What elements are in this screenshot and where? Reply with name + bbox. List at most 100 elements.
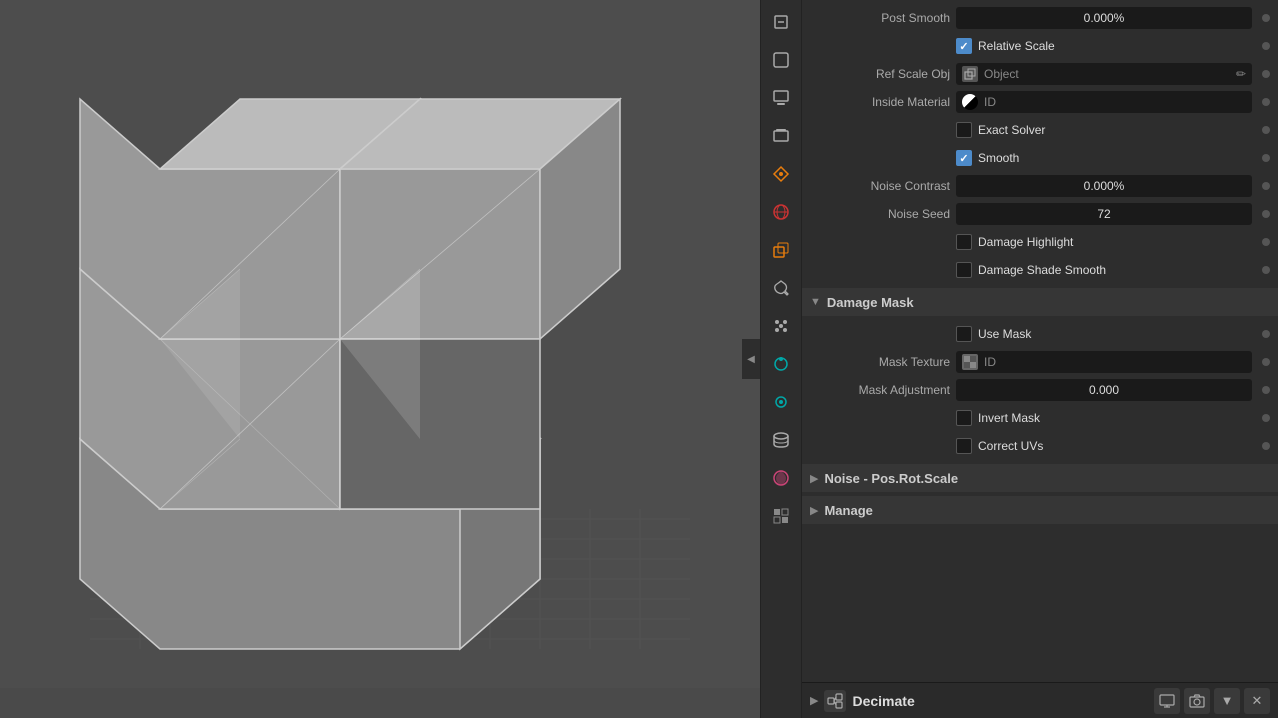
texture-icon	[962, 354, 978, 370]
noise-seed-value[interactable]: 72	[956, 203, 1252, 225]
view-layer-icon[interactable]	[763, 118, 799, 154]
exact-solver-row: Exact Solver	[802, 116, 1278, 144]
relative-scale-row: Relative Scale	[802, 32, 1278, 60]
inside-material-value: ID	[984, 95, 996, 109]
sidebar-icons	[760, 0, 802, 718]
world-icon[interactable]	[763, 194, 799, 230]
bottom-bar: ▶ Decimate ▼ ✕	[802, 682, 1278, 718]
ref-scale-dot	[1262, 70, 1270, 78]
ref-scale-obj-row: Ref Scale Obj Object ✏	[802, 60, 1278, 88]
mesh-canvas	[0, 0, 760, 688]
post-smooth-value[interactable]: 0.000%	[956, 7, 1252, 29]
inside-material-row: Inside Material ID	[802, 88, 1278, 116]
properties-panel: Post Smooth 0.000% Relative Scale Ref Sc…	[802, 0, 1278, 718]
damage-shade-smooth-dot	[1262, 266, 1270, 274]
correct-uvs-dot	[1262, 442, 1270, 450]
noise-section-title: Noise - Pos.Rot.Scale	[824, 471, 958, 486]
bottom-expand-arrow[interactable]: ▶	[810, 694, 818, 707]
manage-section[interactable]: ▶ Manage	[802, 496, 1278, 524]
bottom-node-icon	[824, 690, 846, 712]
exact-solver-label: Exact Solver	[978, 123, 1045, 137]
manage-arrow: ▶	[810, 504, 818, 517]
exact-solver-checkbox[interactable]	[956, 122, 972, 138]
correct-uvs-label: Correct UVs	[978, 439, 1043, 453]
smooth-row: Smooth	[802, 144, 1278, 172]
data-icon[interactable]	[763, 422, 799, 458]
inside-material-field[interactable]: ID	[956, 91, 1252, 113]
ref-scale-placeholder: Object	[984, 67, 1019, 81]
exact-solver-dot	[1262, 126, 1270, 134]
noise-section-arrow: ▶	[810, 472, 818, 485]
object-data-icon[interactable]	[763, 42, 799, 78]
mask-texture-value: ID	[984, 355, 996, 369]
close-btn[interactable]: ✕	[1244, 688, 1270, 714]
mask-texture-row: Mask Texture ID	[802, 348, 1278, 376]
post-smooth-dot	[1262, 14, 1270, 22]
use-mask-dot	[1262, 330, 1270, 338]
constraints-icon[interactable]	[763, 384, 799, 420]
damage-highlight-row: Damage Highlight	[802, 228, 1278, 256]
scene-icon[interactable]	[763, 156, 799, 192]
noise-contrast-dot	[1262, 182, 1270, 190]
damage-mask-title: Damage Mask	[827, 295, 914, 310]
damage-mask-section[interactable]: ▼ Damage Mask	[802, 288, 1278, 316]
noise-pos-rot-scale-section[interactable]: ▶ Noise - Pos.Rot.Scale	[802, 464, 1278, 492]
smooth-dot	[1262, 154, 1270, 162]
relative-scale-checkbox[interactable]	[956, 38, 972, 54]
mask-texture-field[interactable]: ID	[956, 351, 1252, 373]
manage-title: Manage	[824, 503, 872, 518]
output-icon[interactable]	[763, 80, 799, 116]
checker-icon[interactable]	[763, 498, 799, 534]
mask-adjustment-label: Mask Adjustment	[810, 383, 950, 397]
correct-uvs-checkbox[interactable]	[956, 438, 972, 454]
object-icon[interactable]	[763, 232, 799, 268]
invert-mask-dot	[1262, 414, 1270, 422]
camera-icon-btn[interactable]	[1184, 688, 1210, 714]
invert-mask-label: Invert Mask	[978, 411, 1040, 425]
damage-highlight-label: Damage Highlight	[978, 235, 1073, 249]
smooth-label: Smooth	[978, 151, 1019, 165]
use-mask-label: Use Mask	[978, 327, 1031, 341]
mask-adjustment-value[interactable]: 0.000	[956, 379, 1252, 401]
material-icon[interactable]	[763, 460, 799, 496]
noise-seed-dot	[1262, 210, 1270, 218]
inside-material-dot	[1262, 98, 1270, 106]
use-mask-row: Use Mask	[802, 320, 1278, 348]
noise-seed-label: Noise Seed	[810, 207, 950, 221]
edit-icon: ✏	[1236, 67, 1246, 81]
noise-contrast-value[interactable]: 0.000%	[956, 175, 1252, 197]
mask-adjustment-dot	[1262, 386, 1270, 394]
3d-viewport[interactable]: ◀	[0, 0, 760, 718]
damage-shade-smooth-row: Damage Shade Smooth	[802, 256, 1278, 284]
use-mask-checkbox[interactable]	[956, 326, 972, 342]
inside-material-label: Inside Material	[810, 95, 950, 109]
tools-icon[interactable]	[763, 4, 799, 40]
damage-highlight-dot	[1262, 238, 1270, 246]
mask-texture-label: Mask Texture	[810, 355, 950, 369]
noise-seed-row: Noise Seed 72	[802, 200, 1278, 228]
damage-highlight-checkbox[interactable]	[956, 234, 972, 250]
physics-icon[interactable]	[763, 346, 799, 382]
post-smooth-label: Post Smooth	[810, 11, 950, 25]
particles-icon[interactable]	[763, 308, 799, 344]
bottom-actions: ▼ ✕	[1154, 688, 1270, 714]
correct-uvs-row: Correct UVs	[802, 432, 1278, 460]
ref-scale-obj-field[interactable]: Object ✏	[956, 63, 1252, 85]
modifier-icon[interactable]	[763, 270, 799, 306]
viewport-toggle[interactable]: ◀	[742, 339, 760, 379]
mask-adjustment-row: Mask Adjustment 0.000	[802, 376, 1278, 404]
damage-shade-smooth-checkbox[interactable]	[956, 262, 972, 278]
smooth-checkbox[interactable]	[956, 150, 972, 166]
monitor-icon-btn[interactable]	[1154, 688, 1180, 714]
chevron-down-btn[interactable]: ▼	[1214, 688, 1240, 714]
relative-scale-dot	[1262, 42, 1270, 50]
object-icon-small	[962, 66, 978, 82]
relative-scale-label: Relative Scale	[978, 39, 1055, 53]
mask-texture-dot	[1262, 358, 1270, 366]
bottom-title: Decimate	[852, 693, 1148, 709]
ref-scale-obj-label: Ref Scale Obj	[810, 67, 950, 81]
noise-contrast-row: Noise Contrast 0.000%	[802, 172, 1278, 200]
invert-mask-row: Invert Mask	[802, 404, 1278, 432]
material-sphere-icon	[962, 94, 978, 110]
invert-mask-checkbox[interactable]	[956, 410, 972, 426]
